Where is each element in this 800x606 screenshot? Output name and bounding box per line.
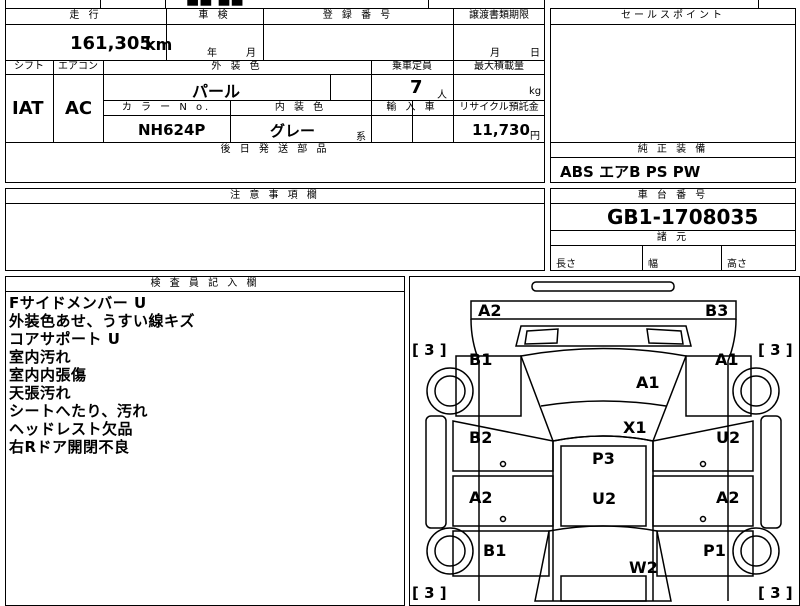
remark-line: 右Rドア開閉不良 — [9, 438, 130, 456]
mark-left-front-door: B2 — [469, 428, 492, 447]
tire-front-right-grade: [ 3 ] — [758, 341, 793, 359]
mark-right-rear-door: A2 — [716, 488, 740, 507]
inspector-header: 検 査 員 記 入 欄 — [150, 278, 260, 289]
remark-line: 外装色あせ、うすい線キズ — [9, 312, 196, 330]
tire-rear-right-grade: [ 3 ] — [758, 584, 793, 602]
divider — [428, 0, 429, 8]
capacity-unit: 人 — [437, 90, 447, 101]
interior-color-suffix: 系 — [356, 132, 366, 143]
remark-line: 室内内張傷 — [9, 366, 87, 384]
mileage-unit: km — [145, 35, 173, 54]
interior-color-header: 内 装 色 — [274, 102, 327, 113]
exterior-color-header: 外 装 色 — [211, 61, 263, 72]
mark-left-rear-fender: B1 — [483, 541, 506, 560]
recycle-unit: 円 — [530, 131, 540, 142]
mark-front-left-corner: A2 — [478, 301, 502, 320]
capacity-header: 乗車定員 — [392, 61, 432, 72]
car-diagram: A2 B3 A1 B1 A1 X1 B2 U2 P3 A2 A2 U2 B1 P… — [412, 281, 793, 602]
standard-equipment-header: 純 正 装 備 — [637, 144, 709, 155]
later-parts-area — [5, 157, 545, 183]
inspector-remarks: Fサイドメンバー U 外装色あせ、うすい線キズ コアサポート U 室内汚れ 室内… — [9, 294, 195, 456]
divider — [758, 0, 759, 8]
mark-bonnet: A1 — [636, 373, 660, 392]
length-label: 長さ — [556, 259, 576, 270]
remark-line: コアサポート U — [9, 330, 121, 348]
capacity-value: 7 — [410, 77, 423, 98]
divider — [550, 203, 796, 204]
color-no-value: NH624P — [138, 121, 206, 139]
remark-line: 室内汚れ — [9, 348, 72, 366]
mark-front-right-corner: B3 — [705, 301, 728, 320]
remark-line: ヘッドレスト欠品 — [9, 420, 134, 438]
remark-line: 天張汚れ — [9, 384, 72, 402]
shift-value: IAT — [12, 98, 44, 119]
shift-header: シフト — [14, 61, 44, 72]
mileage-value: 161,305 — [70, 33, 152, 54]
mark-right-front-fender: A1 — [715, 350, 739, 369]
divider — [103, 115, 545, 116]
mark-roof: X1 — [623, 418, 646, 437]
remark-line: シートへたり、汚れ — [9, 402, 148, 420]
transfer-deadline-header: 譲渡書類期限 — [469, 10, 529, 21]
mark-roof-center: P3 — [592, 449, 615, 468]
recycle-value: 11,730 — [472, 121, 530, 139]
recycle-header: リサイクル預託金 — [459, 102, 539, 113]
sales-point-box — [550, 8, 796, 143]
divider — [550, 245, 796, 246]
mark-left-rear-door: A2 — [469, 488, 493, 507]
divider — [642, 245, 643, 271]
divider — [100, 0, 101, 8]
mark-rear-center: U2 — [592, 489, 616, 508]
mark-left-front-fender: B1 — [469, 350, 492, 369]
remark-line: Fサイドメンバー U — [9, 294, 147, 312]
tire-rear-left-grade: [ 3 ] — [412, 584, 447, 602]
transfer-month-label: 月 — [490, 48, 500, 59]
divider — [550, 157, 796, 158]
later-parts-header: 後 日 発 送 部 品 — [220, 144, 330, 155]
height-label: 高さ — [727, 259, 747, 270]
mark-back-door: W2 — [629, 558, 658, 577]
car-diagram-box: A2 B3 A1 B1 A1 X1 B2 U2 P3 A2 A2 U2 B1 P… — [409, 276, 800, 606]
top-fragment-text: ■■ ■■ — [186, 0, 244, 8]
divider — [721, 245, 722, 271]
tire-front-left-grade: [ 3 ] — [412, 341, 447, 359]
divider — [5, 24, 545, 25]
inspection-header: 車 検 — [198, 10, 231, 21]
aircon-value: AC — [65, 98, 93, 119]
divider — [5, 291, 405, 292]
mark-right-front-door: U2 — [716, 428, 740, 447]
notes-header: 注 意 事 項 欄 — [230, 190, 320, 201]
interior-color-value: グレー — [270, 122, 316, 140]
chassis-number: GB1-1708035 — [607, 205, 759, 229]
divider — [330, 74, 331, 100]
specs-header: 諸 元 — [656, 232, 690, 243]
sales-point-header: セールスポイント — [621, 10, 725, 21]
width-label: 幅 — [648, 259, 658, 270]
divider — [165, 0, 166, 8]
transfer-day-label: 日 — [530, 48, 540, 59]
inspection-year-label: 年 — [207, 48, 217, 59]
max-load-header: 最大積載量 — [474, 61, 524, 72]
exterior-color-value: パール — [192, 82, 241, 101]
chassis-header: 車 台 番 号 — [637, 190, 709, 201]
inspection-month-label: 月 — [246, 48, 256, 59]
color-no-header: カ ラ ー N o. — [121, 102, 212, 113]
registration-header: 登 録 番 号 — [322, 10, 394, 21]
divider — [5, 74, 545, 75]
divider — [5, 203, 545, 204]
standard-equipment-value: ABS エアB PS PW — [560, 163, 701, 181]
mileage-header: 走 行 — [69, 10, 102, 21]
max-load-unit: kg — [529, 86, 542, 97]
import-header: 輸 入 車 — [386, 102, 438, 113]
divider — [550, 24, 796, 25]
mark-right-rear-fender: P1 — [703, 541, 726, 560]
aircon-header: エアコン — [58, 61, 98, 72]
